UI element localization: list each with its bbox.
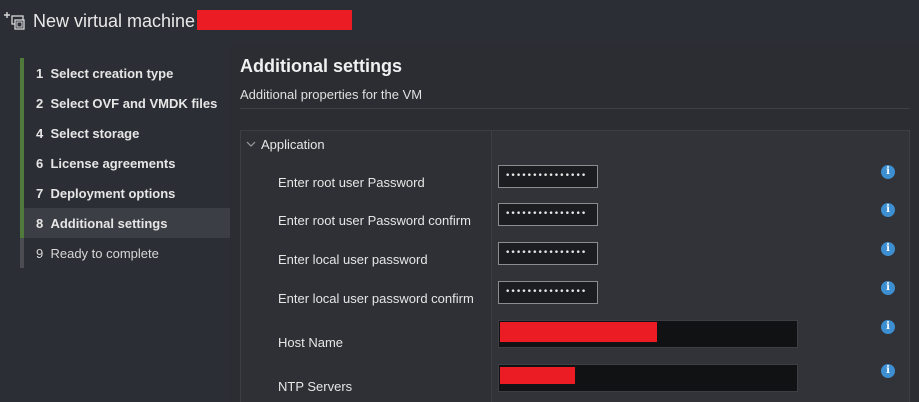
step-select-creation-type[interactable]: 1 Select creation type xyxy=(20,58,230,88)
info-icon[interactable]: i xyxy=(881,203,895,217)
local-password-label: Enter local user password xyxy=(278,252,428,267)
info-icon[interactable]: i xyxy=(881,364,895,378)
step-progress-bar xyxy=(20,148,24,178)
group-label: Application xyxy=(261,136,325,152)
step-progress-bar xyxy=(20,118,24,148)
step-number: 2 xyxy=(36,95,44,111)
step-number: 8 xyxy=(36,215,44,231)
step-label: Ready to complete xyxy=(50,245,159,261)
redacted-ntp-servers xyxy=(500,367,575,384)
step-label: Select storage xyxy=(50,125,140,141)
step-select-storage[interactable]: 4 Select storage xyxy=(20,118,230,148)
step-label: Select creation type xyxy=(50,65,174,81)
header-divider xyxy=(240,108,910,109)
step-number: 1 xyxy=(36,65,44,81)
ntp-servers-label: NTP Servers xyxy=(278,379,353,394)
new-vm-icon xyxy=(4,12,25,30)
info-icon[interactable]: i xyxy=(881,320,895,334)
step-progress-bar xyxy=(20,178,24,208)
wizard-steps: 1 Select creation type 2 Select OVF and … xyxy=(20,58,230,268)
window-title: New virtual machine - xyxy=(33,11,207,31)
step-progress-bar xyxy=(20,88,24,118)
local-password-confirm-input[interactable]: ••••••••••••••• xyxy=(498,281,598,304)
step-license-agreements[interactable]: 6 License agreements xyxy=(20,148,230,178)
root-password-confirm-input[interactable]: ••••••••••••••• xyxy=(498,203,598,226)
step-number: 4 xyxy=(36,125,44,141)
step-label: License agreements xyxy=(50,155,176,171)
step-progress-bar xyxy=(20,58,24,88)
step-progress-bar xyxy=(20,208,24,238)
step-label: Select OVF and VMDK files xyxy=(50,95,218,111)
redacted-vm-name xyxy=(197,10,352,30)
wizard-sidebar: 1 Select creation type 2 Select OVF and … xyxy=(0,46,230,402)
root-password-label: Enter root user Password xyxy=(278,175,425,190)
page-title: Additional settings xyxy=(240,56,402,76)
local-password-input[interactable]: ••••••••••••••• xyxy=(498,242,598,265)
redacted-host-name xyxy=(500,322,657,342)
step-additional-settings[interactable]: 8 Additional settings xyxy=(20,208,230,238)
step-progress-bar xyxy=(20,238,24,268)
step-label: Additional settings xyxy=(50,215,168,231)
step-label: Deployment options xyxy=(50,185,176,201)
main-content: Additional settings Additional propertie… xyxy=(230,46,919,402)
step-number: 6 xyxy=(36,155,44,171)
step-deployment-options[interactable]: 7 Deployment options xyxy=(20,178,230,208)
properties-panel: Application Enter root user Password •••… xyxy=(240,130,910,402)
root-password-confirm-label: Enter root user Password confirm xyxy=(278,213,471,228)
page-subtitle: Additional properties for the VM xyxy=(240,87,423,102)
window-titlebar: New virtual machine - xyxy=(0,0,919,46)
local-password-confirm-label: Enter local user password confirm xyxy=(278,291,474,306)
step-number: 9 xyxy=(36,245,44,261)
group-application-toggle[interactable]: Application xyxy=(241,131,491,157)
chevron-down-icon xyxy=(246,141,256,147)
info-icon[interactable]: i xyxy=(881,242,895,256)
info-icon[interactable]: i xyxy=(881,281,895,295)
step-select-ovf-vmdk[interactable]: 2 Select OVF and VMDK files xyxy=(20,88,230,118)
host-name-label: Host Name xyxy=(278,335,344,350)
step-number: 7 xyxy=(36,185,44,201)
info-icon[interactable]: i xyxy=(881,165,895,179)
root-password-input[interactable]: ••••••••••••••• xyxy=(498,165,598,188)
step-ready-to-complete[interactable]: 9 Ready to complete xyxy=(20,238,230,268)
